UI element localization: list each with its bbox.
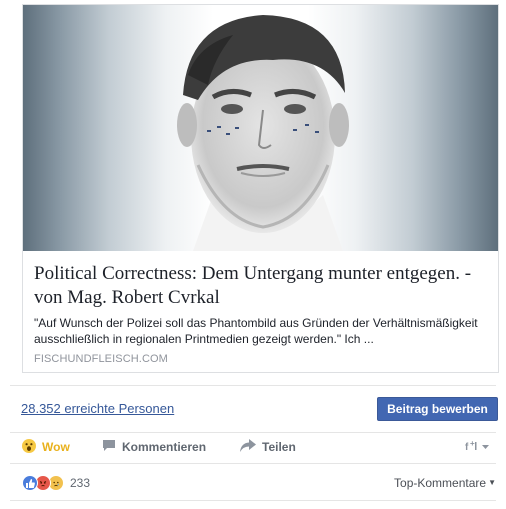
comment-label: Kommentieren <box>122 440 207 454</box>
action-bar: Wow Kommentieren Teilen f + <box>10 433 496 461</box>
svg-text:+: + <box>470 440 475 448</box>
promote-post-button[interactable]: Beitrag bewerben <box>377 397 498 421</box>
phantom-sketch-image <box>177 15 349 251</box>
comment-sort-label: Top-Kommentare <box>394 476 487 490</box>
card-title[interactable]: Political Correctness: Dem Untergang mun… <box>34 262 494 310</box>
reach-link[interactable]: 28.352 erreichte Personen <box>21 401 174 416</box>
comment-button[interactable]: Kommentieren <box>102 433 206 461</box>
like-reaction-icon <box>22 475 38 491</box>
comment-sort-dropdown[interactable]: Top-Kommentare ▼ <box>394 476 496 490</box>
post: Political Correctness: Dem Untergang mun… <box>0 0 506 509</box>
page-audience-icon: f + <box>465 439 491 455</box>
reaction-summary: 233 Top-Kommentare ▼ <box>10 470 496 496</box>
svg-text:f: f <box>465 442 469 452</box>
page-audience-selector[interactable]: f + <box>465 433 491 461</box>
chevron-down-icon: ▼ <box>488 478 496 487</box>
card-text[interactable]: Political Correctness: Dem Untergang mun… <box>23 251 498 372</box>
divider <box>10 385 496 386</box>
card-image[interactable] <box>23 5 498 251</box>
share-button[interactable]: Teilen <box>240 433 296 461</box>
wow-reaction-icon <box>22 438 36 456</box>
divider <box>10 500 496 501</box>
wow-label: Wow <box>42 440 70 454</box>
share-label: Teilen <box>262 440 296 454</box>
share-icon <box>240 439 256 455</box>
reaction-count[interactable]: 233 <box>70 476 90 490</box>
wow-button[interactable]: Wow <box>22 433 70 461</box>
divider <box>10 463 496 464</box>
reaction-icons[interactable]: 233 <box>22 475 90 491</box>
link-preview-card[interactable]: Political Correctness: Dem Untergang mun… <box>22 4 499 373</box>
card-description: "Auf Wunsch der Polizei soll das Phantom… <box>34 316 478 346</box>
comment-icon <box>102 439 116 455</box>
card-source: FISCHUNDFLEISCH.COM <box>34 353 168 365</box>
